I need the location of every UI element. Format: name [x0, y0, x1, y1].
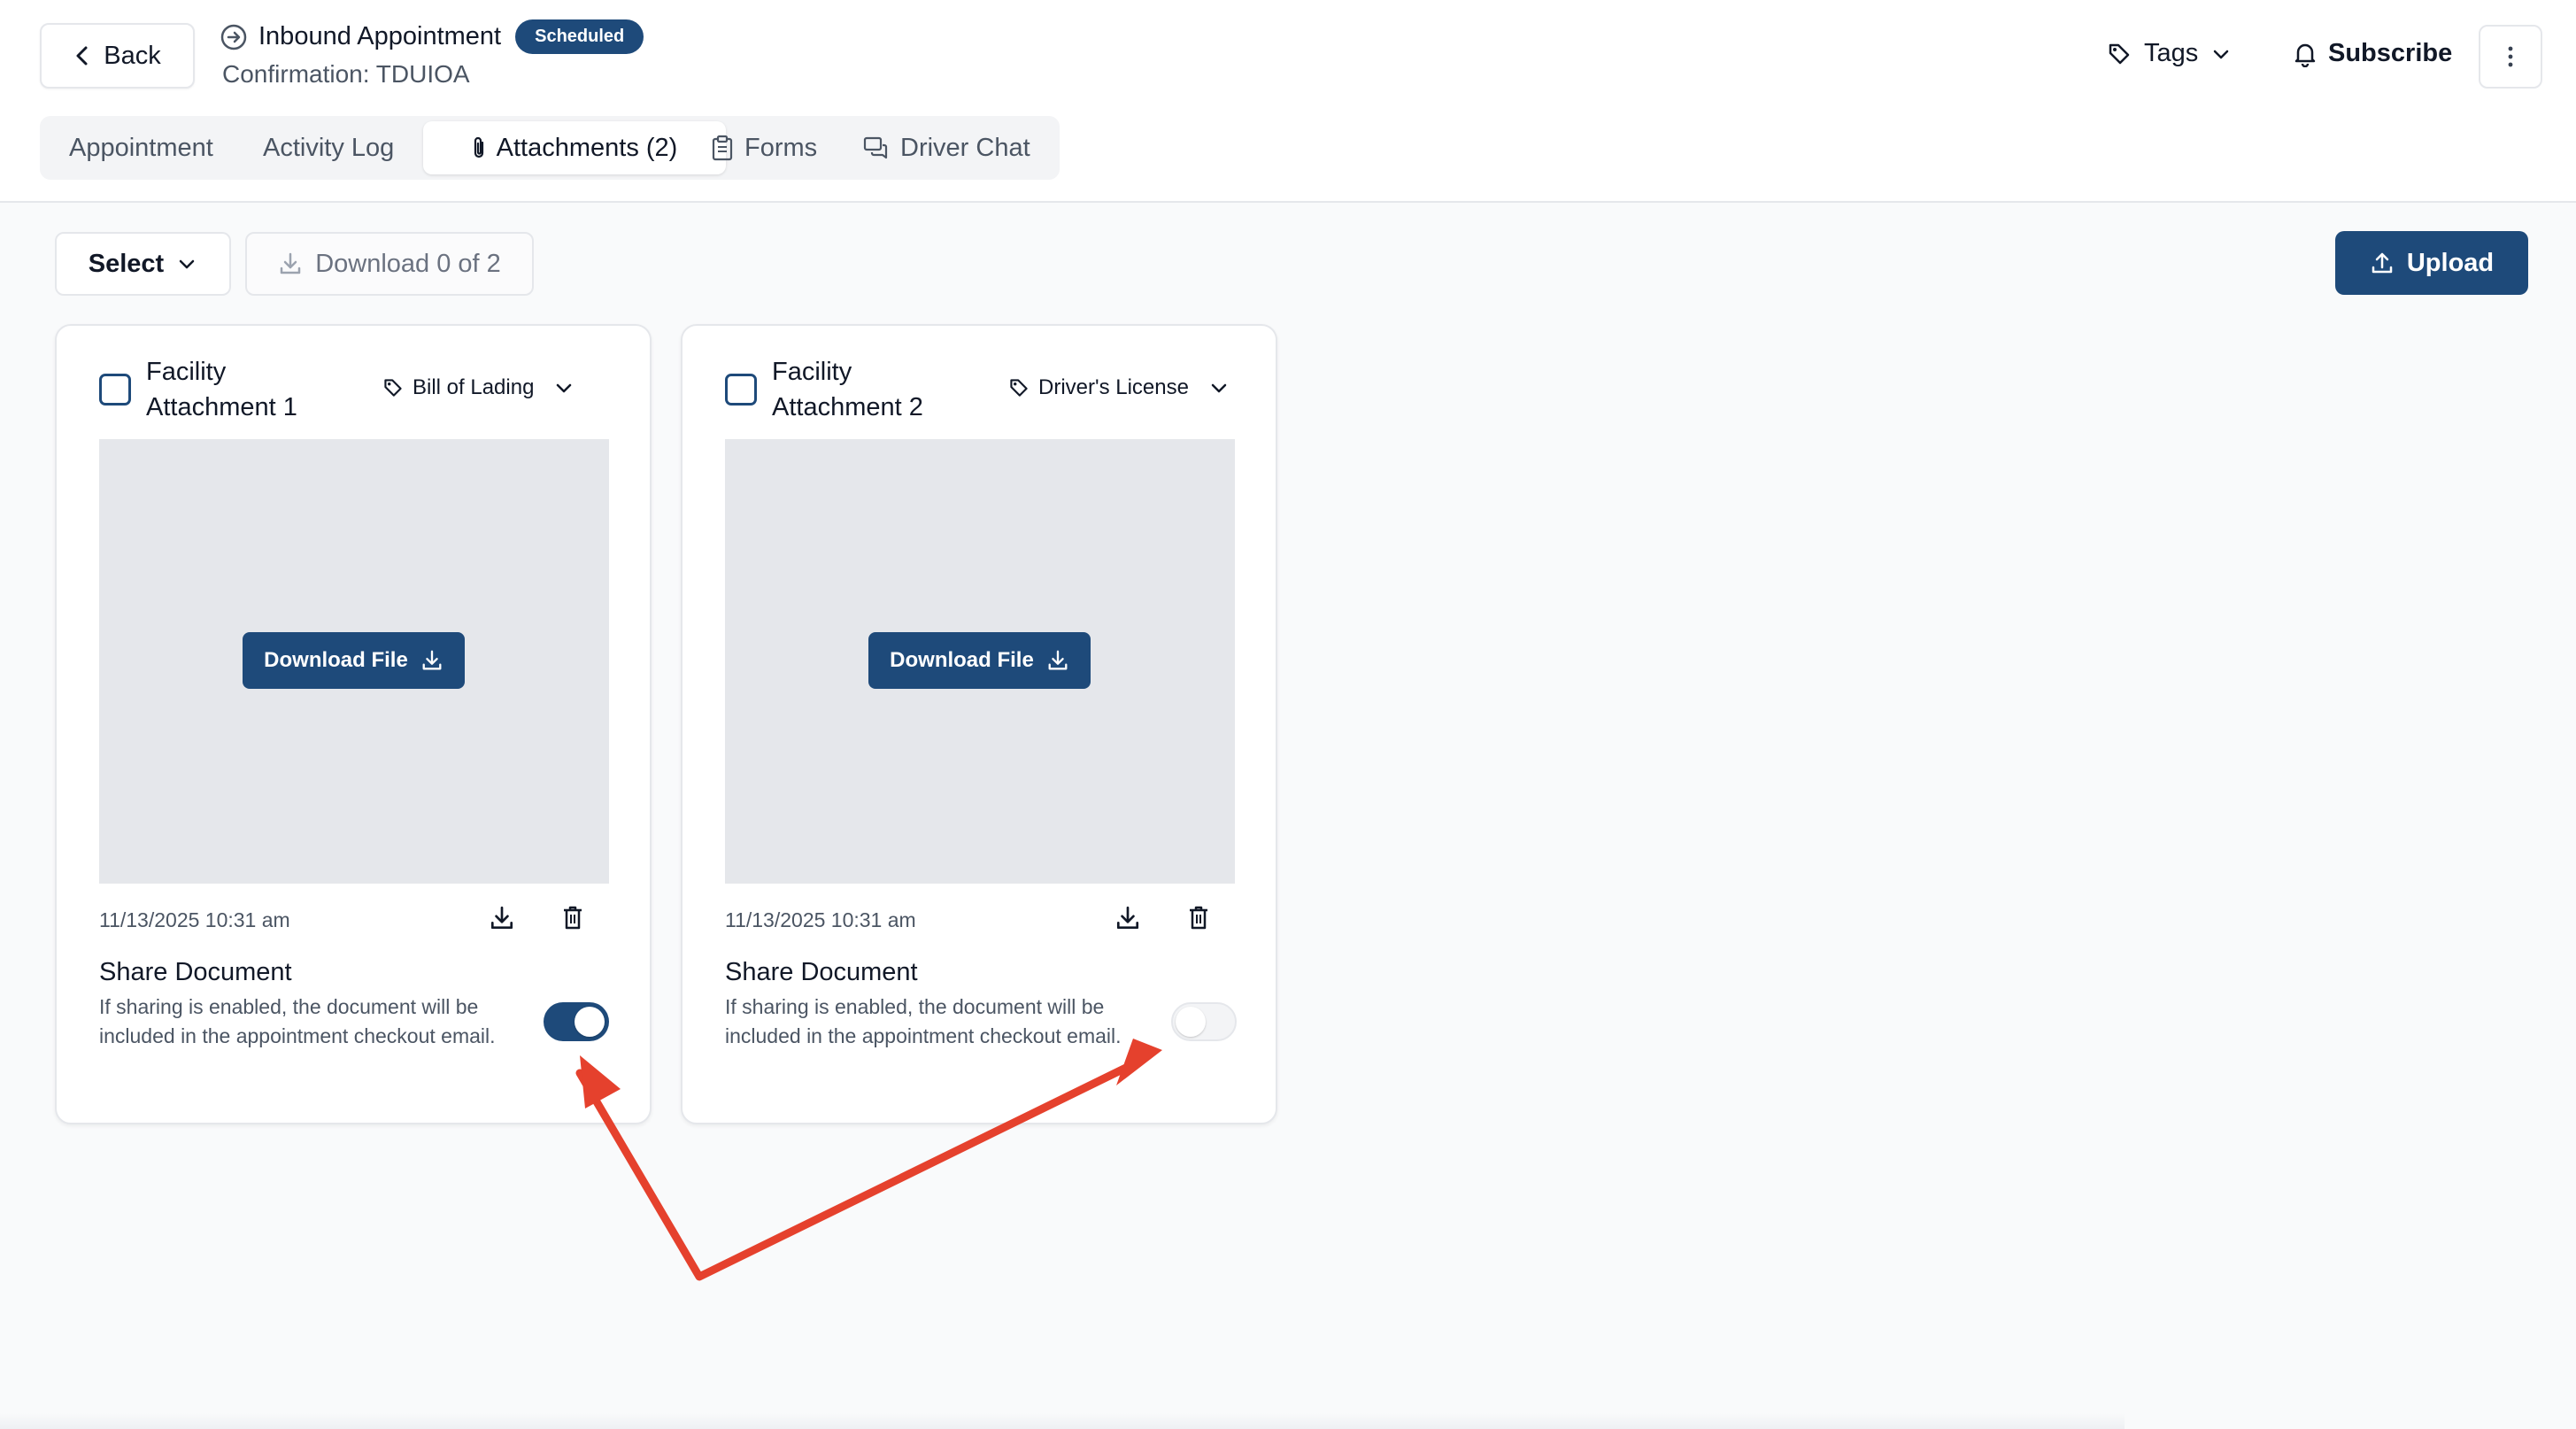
attachment-card: Facility Attachment 2 Driver's License D… — [681, 324, 1277, 1124]
toggle-knob — [575, 1007, 605, 1037]
download-selected-label: Download 0 of 2 — [315, 249, 501, 278]
download-file-label: Download File — [890, 648, 1034, 672]
chevron-down-icon — [557, 383, 572, 393]
download-icon-button[interactable] — [1114, 905, 1141, 936]
upload-label: Upload — [2406, 248, 2495, 277]
tab-label: Appointment — [69, 133, 213, 162]
toggle-knob — [1176, 1007, 1206, 1037]
attachment-preview: Download File — [99, 439, 609, 884]
chevron-left-icon — [76, 46, 88, 66]
document-type-dropdown[interactable]: Driver's License — [1008, 375, 1230, 400]
upload-button[interactable]: Upload — [2335, 231, 2528, 295]
chevron-down-icon — [179, 259, 195, 269]
arrow-circle-right-icon — [220, 24, 247, 50]
chat-icon — [863, 136, 888, 159]
share-document-toggle[interactable] — [1171, 1002, 1237, 1041]
tab-activity-log[interactable]: Activity Log — [263, 121, 394, 174]
tab-forms[interactable]: Forms — [711, 121, 817, 174]
download-file-button[interactable]: Download File — [243, 632, 465, 689]
download-file-label: Download File — [264, 648, 408, 672]
tag-icon — [1010, 379, 1028, 397]
tag-icon — [384, 379, 402, 397]
tab-label: Forms — [744, 133, 818, 162]
document-type-dropdown[interactable]: Bill of Lading — [382, 375, 575, 400]
bell-icon — [2294, 43, 2316, 67]
trash-icon — [564, 906, 582, 930]
download-icon — [1116, 906, 1139, 930]
share-document-description: If sharing is enabled, the document will… — [99, 995, 496, 1047]
appointment-title-row: Inbound Appointment Scheduled — [220, 19, 644, 54]
share-document-description: If sharing is enabled, the document will… — [725, 995, 1122, 1047]
download-icon — [490, 906, 513, 930]
status-badge: Scheduled — [515, 19, 644, 54]
upload-icon — [2372, 252, 2393, 274]
confirmation-number: Confirmation: TDUIOA — [222, 60, 470, 88]
back-button[interactable]: Back — [40, 23, 195, 89]
clipboard-icon — [712, 135, 733, 161]
trash-icon — [1190, 906, 1207, 930]
subscribe-button[interactable]: Subscribe — [2293, 39, 2452, 68]
page-title: Inbound Appointment — [258, 22, 502, 50]
share-document-title: Share Document — [725, 958, 918, 986]
bottom-fade — [0, 1413, 2125, 1429]
chevron-down-icon — [1211, 383, 1227, 393]
download-selected-button[interactable]: Download 0 of 2 — [245, 232, 534, 296]
attachment-title: Facility Attachment 1 — [146, 358, 297, 421]
tab-attachments[interactable]: Attachments (2) — [423, 121, 726, 174]
document-type-label: Bill of Lading — [413, 375, 535, 399]
share-document-title: Share Document — [99, 958, 292, 986]
delete-button[interactable] — [561, 905, 584, 936]
document-type-label: Driver's License — [1038, 375, 1189, 399]
tab-label: Activity Log — [263, 133, 395, 162]
tags-dropdown[interactable]: Tags — [2107, 39, 2232, 68]
share-document-toggle[interactable] — [544, 1002, 609, 1041]
attachment-checkbox[interactable] — [725, 374, 757, 406]
kebab-menu-icon — [2508, 46, 2513, 67]
attachment-date: 11/13/2025 10:31 am — [725, 908, 916, 931]
download-icon — [1048, 650, 1068, 670]
download-icon-button[interactable] — [489, 905, 515, 936]
subscribe-label: Subscribe — [2328, 39, 2453, 67]
tab-label: Driver Chat — [900, 133, 1030, 162]
tab-label: Attachments (2) — [496, 133, 678, 162]
tags-label: Tags — [2144, 39, 2199, 67]
back-label: Back — [104, 41, 161, 70]
attachment-card: Facility Attachment 1 Bill of Lading Dow… — [55, 324, 652, 1124]
tab-bar: Appointment Activity Log Attachments (2)… — [40, 116, 1060, 180]
page-header: Back Inbound Appointment Scheduled Confi… — [0, 0, 2576, 203]
tag-icon — [2109, 43, 2130, 64]
attachment-title: Facility Attachment 2 — [772, 358, 923, 421]
attachment-date: 11/13/2025 10:31 am — [99, 908, 290, 931]
attachment-checkbox[interactable] — [99, 374, 131, 406]
attachment-preview: Download File — [725, 439, 1235, 884]
download-icon — [422, 650, 442, 670]
delete-button[interactable] — [1187, 905, 1210, 936]
select-label: Select — [88, 249, 165, 278]
download-file-button[interactable]: Download File — [868, 632, 1091, 689]
chevron-down-icon — [2214, 50, 2229, 58]
paperclip-icon — [474, 136, 483, 158]
download-icon — [280, 252, 301, 274]
tab-driver-chat[interactable]: Driver Chat — [863, 121, 1030, 174]
more-options-button[interactable] — [2479, 25, 2542, 89]
tab-appointment[interactable]: Appointment — [69, 121, 213, 174]
select-dropdown[interactable]: Select — [55, 232, 231, 296]
